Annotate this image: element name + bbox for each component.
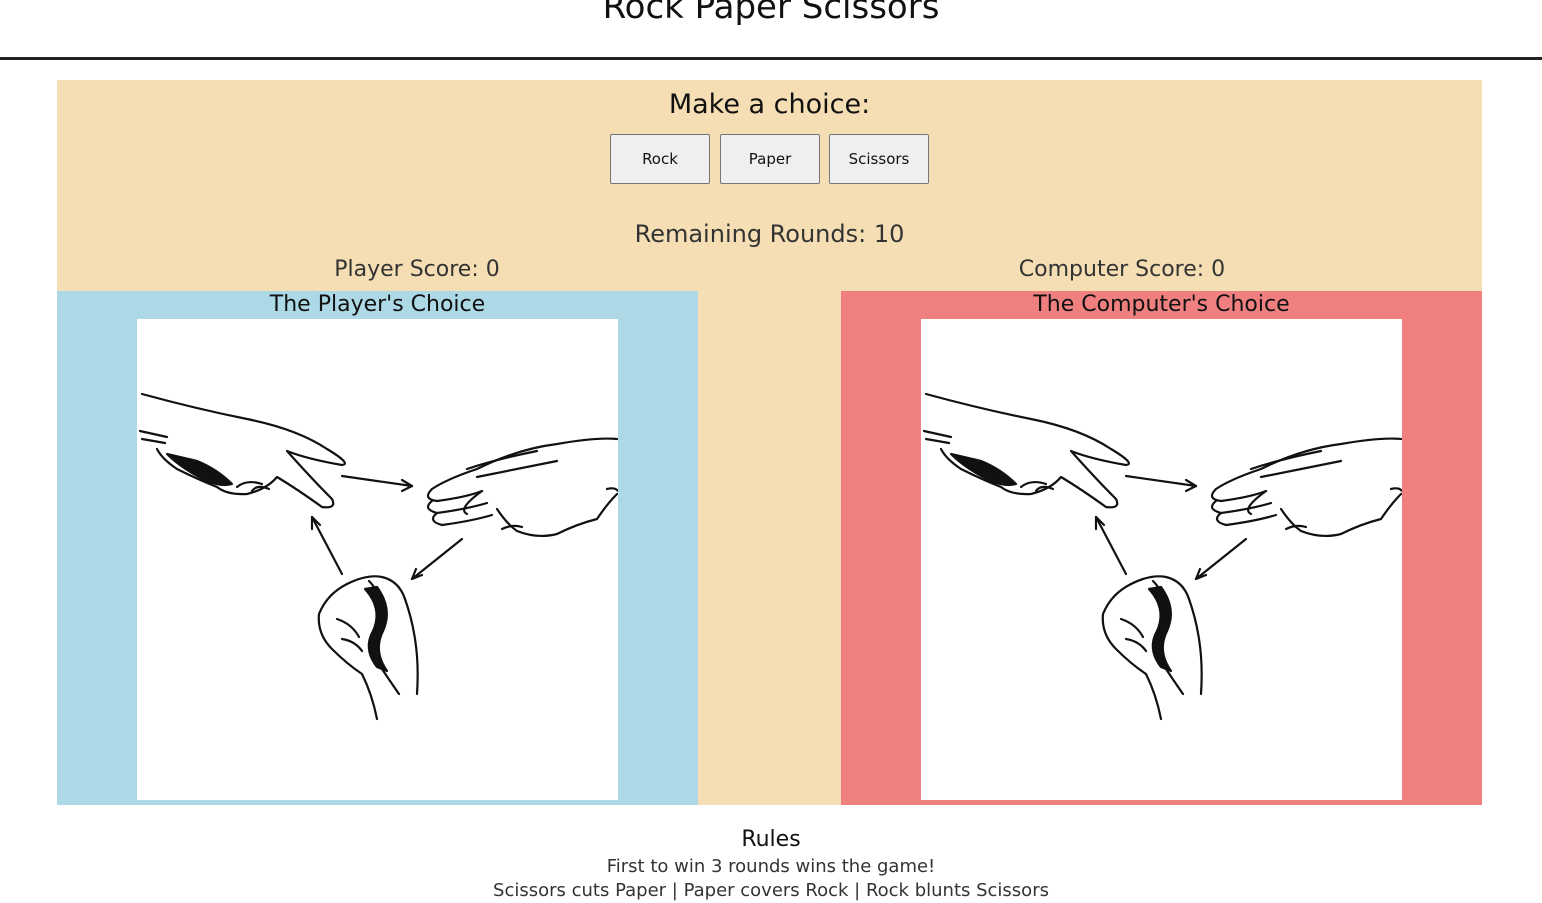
rock-paper-scissors-hands-icon: [138, 392, 618, 721]
computer-choice-image: [921, 319, 1402, 800]
rock-button[interactable]: Rock: [610, 134, 710, 184]
rules-title: Rules: [741, 827, 801, 852]
scissors-button[interactable]: Scissors: [829, 134, 929, 184]
page-header: Rock Paper Scissors: [0, 0, 1542, 60]
remaining-rounds: Remaining Rounds: 10: [634, 220, 905, 248]
choice-prompt: Make a choice:: [668, 89, 871, 120]
game-panel: Make a choice: Rock Paper Scissors Remai…: [57, 80, 1482, 805]
paper-button[interactable]: Paper: [720, 134, 820, 184]
computer-choice-card: The Computer's Choice: [841, 291, 1482, 805]
player-choice-card: The Player's Choice: [57, 291, 698, 805]
rules-win-condition: First to win 3 rounds wins the game!: [606, 856, 936, 877]
player-choice-title: The Player's Choice: [269, 292, 486, 317]
player-choice-image: [137, 319, 618, 800]
page-title: Rock Paper Scissors: [602, 0, 940, 27]
computer-score: Computer Score: 0: [1018, 257, 1226, 282]
computer-choice-title: The Computer's Choice: [1033, 292, 1290, 317]
player-score: Player Score: 0: [334, 257, 500, 282]
rock-paper-scissors-hands-icon: [922, 392, 1402, 721]
rules-matchups: Scissors cuts Paper | Paper covers Rock …: [493, 880, 1049, 901]
